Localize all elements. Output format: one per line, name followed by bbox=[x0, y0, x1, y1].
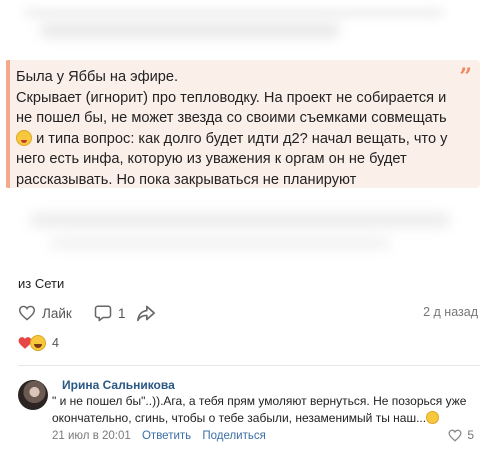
avatar[interactable] bbox=[18, 380, 48, 410]
post-actions: Лайк 1 2 д назад bbox=[18, 302, 480, 324]
post-source: из Сети bbox=[18, 276, 65, 291]
comment-line: окончательно, сгинь, чтобы о тебе забыли… bbox=[52, 410, 470, 427]
comment-text: " и не пошел бы"..)).Ага, а тебя прям ум… bbox=[52, 393, 470, 427]
blurred-content bbox=[0, 195, 488, 265]
quote-line: него есть инфа, которую из уважения к ор… bbox=[16, 151, 407, 167]
blurred-text bbox=[40, 22, 340, 38]
comment-button[interactable]: 1 bbox=[94, 302, 126, 324]
share-link[interactable]: Поделиться bbox=[202, 430, 266, 442]
reply-link[interactable]: Ответить bbox=[142, 430, 191, 442]
comment-count: 1 bbox=[118, 305, 126, 321]
comment-like-button[interactable]: 5 bbox=[448, 428, 474, 442]
quote-text: Была у Яббы на эфире. Скрывает (игнорит)… bbox=[16, 67, 476, 190]
divider bbox=[18, 365, 480, 366]
share-icon bbox=[137, 305, 155, 322]
comment-meta: 21 июл в 20:01 Ответить Поделиться bbox=[52, 430, 266, 442]
heart-outline-icon bbox=[18, 305, 36, 321]
quote-line-text: и типа вопрос: как долго будет идти д2? … bbox=[36, 130, 448, 147]
comment-icon bbox=[94, 305, 112, 322]
reaction-count: 4 bbox=[52, 336, 59, 350]
comment-date[interactable]: 21 июл в 20:01 bbox=[52, 430, 131, 442]
heart-outline-icon bbox=[448, 429, 462, 442]
smile-emoji-icon bbox=[16, 129, 32, 146]
quote-line: Скрывает (игнорит) про тепловодку. На пр… bbox=[16, 89, 447, 106]
emoji-icon bbox=[426, 411, 440, 424]
comment-line: " и не пошел бы"..)).Ага, а тебя прям ум… bbox=[52, 394, 467, 408]
quote-accent-bar bbox=[6, 60, 10, 188]
quote-card: ” Была у Яббы на эфире. Скрывает (игнори… bbox=[6, 60, 480, 188]
quote-line: не пошел бы, не может звезда со своими с… bbox=[16, 110, 447, 126]
comment-line-text: окончательно, сгинь, чтобы о тебе забыли… bbox=[52, 411, 427, 425]
comment-like-count: 5 bbox=[467, 428, 474, 442]
like-button[interactable]: Лайк bbox=[18, 302, 72, 324]
quote-line: и типа вопрос: как долго будет идти д2? … bbox=[16, 129, 476, 150]
quote-line: Была у Яббы на эфире. bbox=[16, 69, 179, 85]
comment-item: Ирина Сальникова " и не пошел бы"..)).Аг… bbox=[18, 376, 488, 454]
blurred-text bbox=[24, 8, 444, 18]
blurred-text bbox=[50, 237, 390, 249]
reactions-summary[interactable]: 4 bbox=[18, 334, 59, 352]
blurred-header bbox=[0, 0, 488, 52]
share-button[interactable] bbox=[136, 302, 156, 324]
comment-author[interactable]: Ирина Сальникова bbox=[62, 378, 175, 392]
like-label: Лайк bbox=[42, 305, 72, 321]
laugh-reaction-icon bbox=[30, 335, 46, 351]
post-time[interactable]: 2 д назад bbox=[423, 305, 478, 319]
blurred-text bbox=[30, 213, 450, 227]
quote-line: рассказывать. Но пока закрываться не пла… bbox=[16, 171, 357, 188]
